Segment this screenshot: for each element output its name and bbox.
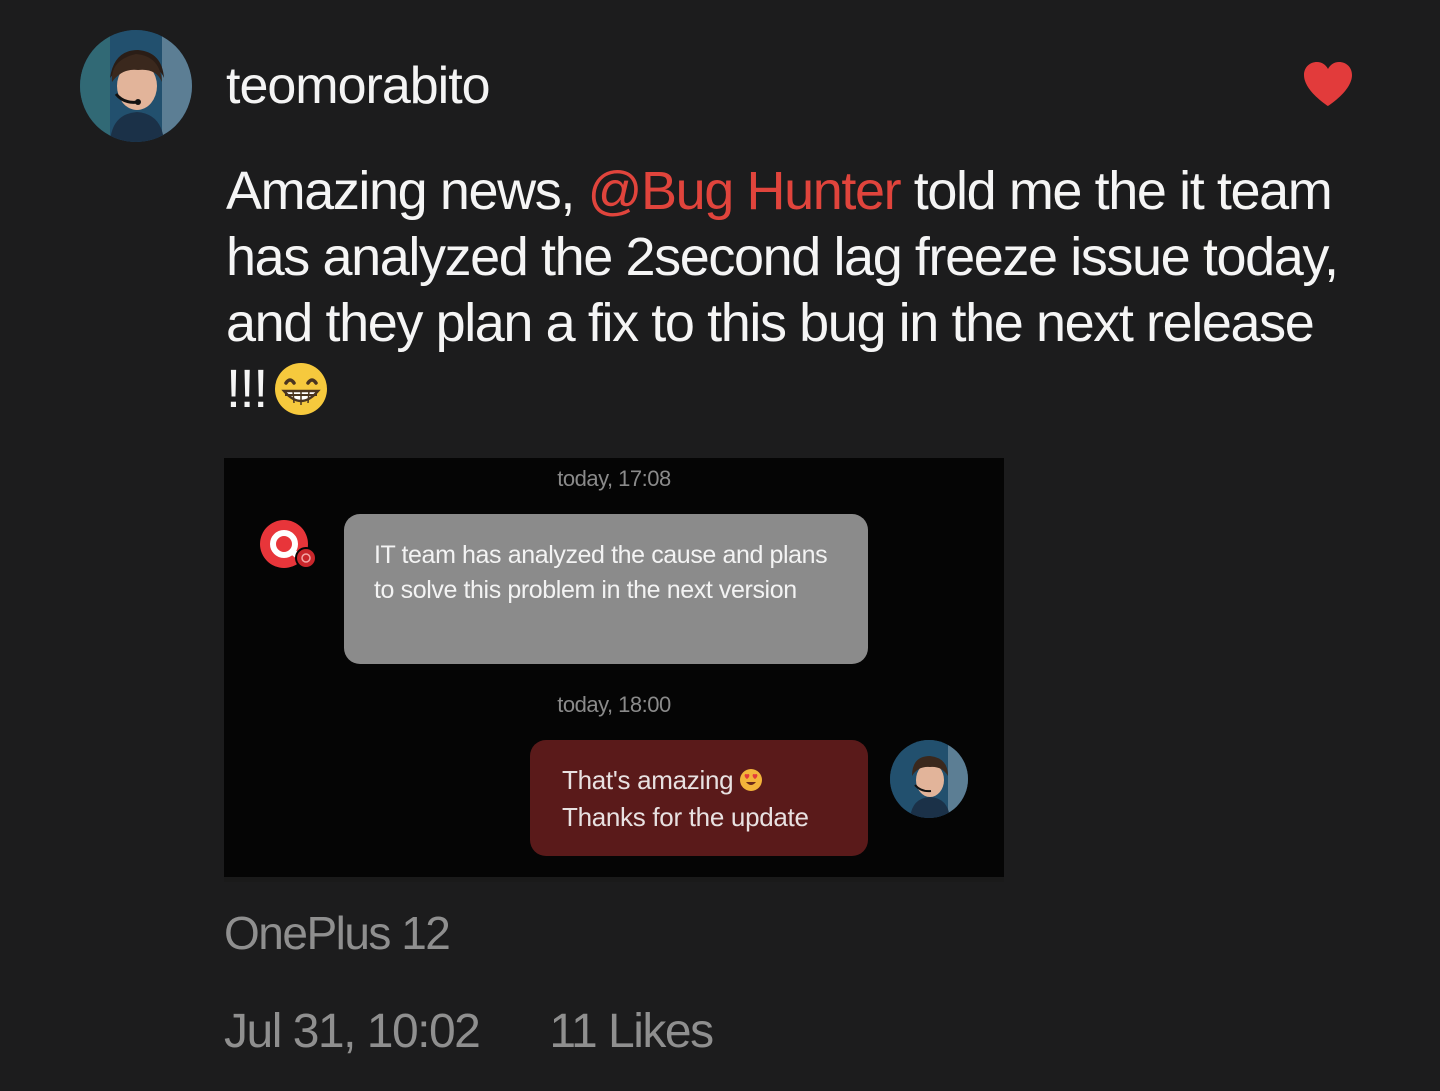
username[interactable]: teomorabito <box>226 56 491 116</box>
oneplus-support-logo-icon <box>260 520 317 569</box>
grinning-face-icon <box>274 363 327 415</box>
heart-icon[interactable] <box>1302 60 1354 108</box>
heart-eyes-icon <box>740 769 763 791</box>
attached-screenshot[interactable]: today, 17:08 IT team has analyzed the ca… <box>224 458 1004 882</box>
sender-avatar-photo <box>890 740 968 818</box>
sender-avatar <box>890 740 968 818</box>
chat-timestamp-1: today, 17:08 <box>557 466 671 491</box>
outgoing-line-2: Thanks for the update <box>562 802 809 832</box>
outgoing-message-bubble: That's amazing Thanks for the update <box>530 740 868 856</box>
outgoing-line-1: That's amazing <box>562 762 838 799</box>
chat-timestamp-2: today, 18:00 <box>557 692 671 717</box>
incoming-message-bubble: IT team has analyzed the cause and plans… <box>344 514 868 664</box>
likes-count[interactable]: 11 Likes <box>549 1005 714 1058</box>
outgoing-line-1-text: That's amazing <box>562 765 734 795</box>
post-card: teomorabito Amazing news, @Bug Hunter to… <box>0 0 1440 1091</box>
post-body: Amazing news, @Bug Hunter told me the it… <box>226 158 1346 422</box>
device-label: OnePlus 12 <box>224 907 451 959</box>
user-avatar[interactable] <box>80 30 192 142</box>
post-text-before: Amazing news, <box>226 161 588 221</box>
mention-link[interactable]: @Bug Hunter <box>588 161 902 221</box>
screenshot-bottom-border <box>224 877 1004 882</box>
avatar-photo <box>80 30 192 142</box>
post-meta: Jul 31, 10:02 11 Likes <box>224 1004 714 1059</box>
post-timestamp: Jul 31, 10:02 <box>224 1005 481 1058</box>
